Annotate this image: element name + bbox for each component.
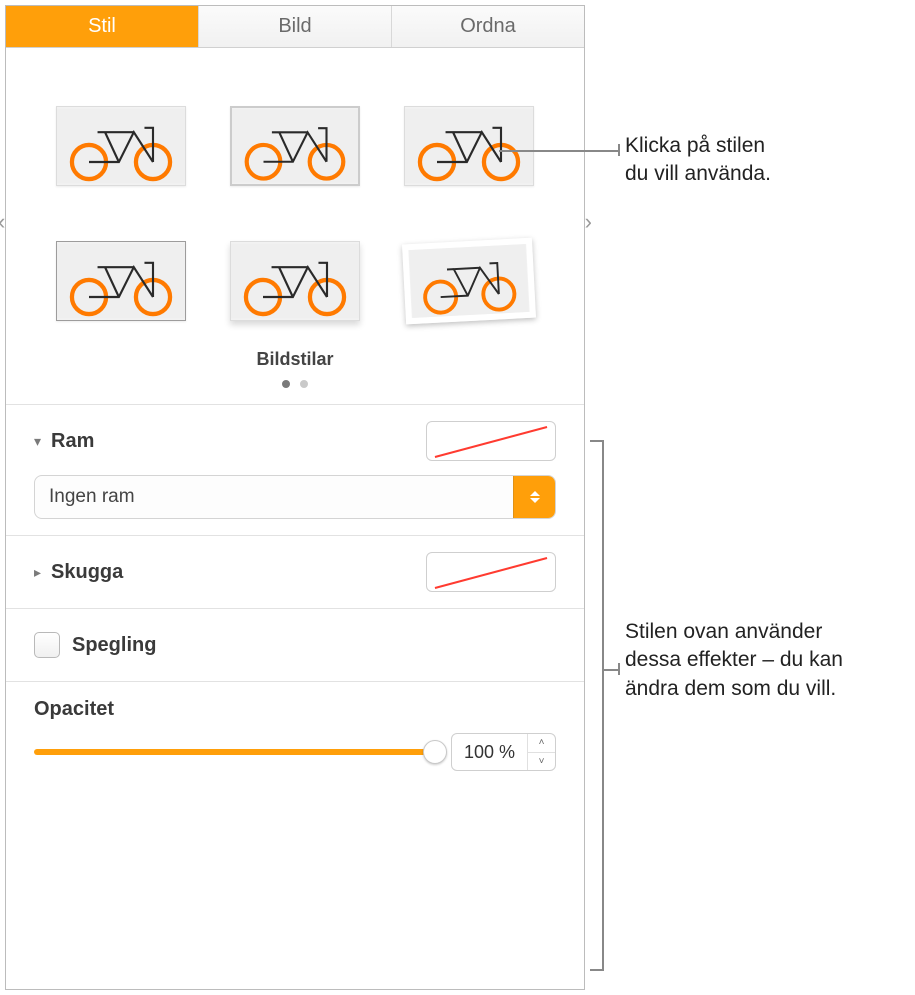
image-styles-label: Bildstilar <box>34 349 556 370</box>
tab-ordna[interactable]: Ordna <box>392 6 584 47</box>
styles-prev-button[interactable]: ‹ <box>0 209 5 235</box>
tab-stil-label: Stil <box>88 15 116 38</box>
border-label: Ram <box>51 430 94 453</box>
chevron-left-icon: ‹ <box>0 209 5 234</box>
bicycle-icon <box>57 107 185 185</box>
callout-text-1: Klicka på stilen du vill använda. <box>625 132 771 189</box>
tab-ordna-label: Ordna <box>460 15 516 38</box>
chevron-down-icon: ▾ <box>34 433 41 450</box>
bicycle-icon <box>405 107 533 185</box>
inspector-tabs: Stil Bild Ordna <box>6 6 584 48</box>
style-thumbnail-2[interactable] <box>230 106 360 186</box>
styles-page-dots <box>34 380 556 388</box>
shadow-section: ▸ Skugga <box>6 535 584 608</box>
opacity-label: Opacitet <box>34 698 556 721</box>
callout-bracket-line <box>590 440 604 442</box>
tab-bild[interactable]: Bild <box>199 6 392 47</box>
opacity-value-field[interactable]: 100 % ˄ ˅ <box>451 733 556 771</box>
callout-leader-line <box>499 150 619 152</box>
opacity-section: Opacitet 100 % ˄ ˅ <box>6 681 584 787</box>
opacity-value-text: 100 % <box>452 734 527 770</box>
callout-1-line-2: du vill använda. <box>625 160 771 188</box>
select-stepper-icon <box>513 476 555 518</box>
image-styles-area: ‹ › <box>6 48 584 404</box>
opacity-step-down[interactable]: ˅ <box>528 753 555 771</box>
bicycle-icon <box>232 108 358 184</box>
reflection-section: Spegling <box>6 608 584 681</box>
style-thumbnail-6[interactable] <box>402 238 536 325</box>
callout-bracket-line <box>602 440 604 970</box>
border-style-select[interactable]: Ingen ram <box>34 475 556 519</box>
styles-next-button[interactable]: › <box>585 209 592 235</box>
callout-leader-line <box>618 144 620 156</box>
opacity-slider[interactable] <box>34 742 435 762</box>
style-thumbnail-1[interactable] <box>56 106 186 186</box>
chevron-up-icon: ˄ <box>539 737 545 748</box>
tab-bild-label: Bild <box>278 15 311 38</box>
tab-stil[interactable]: Stil <box>6 6 199 47</box>
image-styles-grid <box>34 66 556 331</box>
chevron-right-icon: ▸ <box>34 564 41 581</box>
styles-page-dot-2[interactable] <box>300 380 308 388</box>
bicycle-icon <box>408 244 529 318</box>
bicycle-icon <box>57 242 185 320</box>
bicycle-icon <box>231 242 359 320</box>
reflection-label: Spegling <box>72 634 156 657</box>
slider-thumb-icon[interactable] <box>423 740 447 764</box>
shadow-label: Skugga <box>51 561 123 584</box>
style-thumbnail-3[interactable] <box>404 106 534 186</box>
chevron-down-icon: ˅ <box>539 756 545 767</box>
callout-leader-line <box>602 669 618 671</box>
styles-page-dot-1[interactable] <box>282 380 290 388</box>
shadow-disclosure[interactable]: ▸ Skugga <box>34 561 123 584</box>
opacity-stepper: ˄ ˅ <box>527 734 555 770</box>
border-style-value: Ingen ram <box>35 486 513 508</box>
border-preview-swatch[interactable] <box>426 421 556 461</box>
border-section: ▾ Ram Ingen ram <box>6 404 584 535</box>
format-inspector-panel: Stil Bild Ordna ‹ › <box>5 5 585 990</box>
callout-leader-line <box>618 663 620 675</box>
callout-2-line-2: dessa effekter – du kan <box>625 646 843 674</box>
callout-2-line-1: Stilen ovan använder <box>625 618 843 646</box>
border-disclosure[interactable]: ▾ Ram <box>34 430 94 453</box>
shadow-preview-swatch[interactable] <box>426 552 556 592</box>
style-thumbnail-4[interactable] <box>56 241 186 321</box>
style-thumbnail-5[interactable] <box>230 241 360 321</box>
opacity-step-up[interactable]: ˄ <box>528 734 555 753</box>
reflection-checkbox[interactable] <box>34 632 60 658</box>
callout-2-line-3: ändra dem som du vill. <box>625 675 843 703</box>
callout-text-2: Stilen ovan använder dessa effekter – du… <box>625 618 843 703</box>
callout-1-line-1: Klicka på stilen <box>625 132 771 160</box>
chevron-right-icon: › <box>585 209 592 234</box>
callout-bracket-line <box>590 969 604 971</box>
